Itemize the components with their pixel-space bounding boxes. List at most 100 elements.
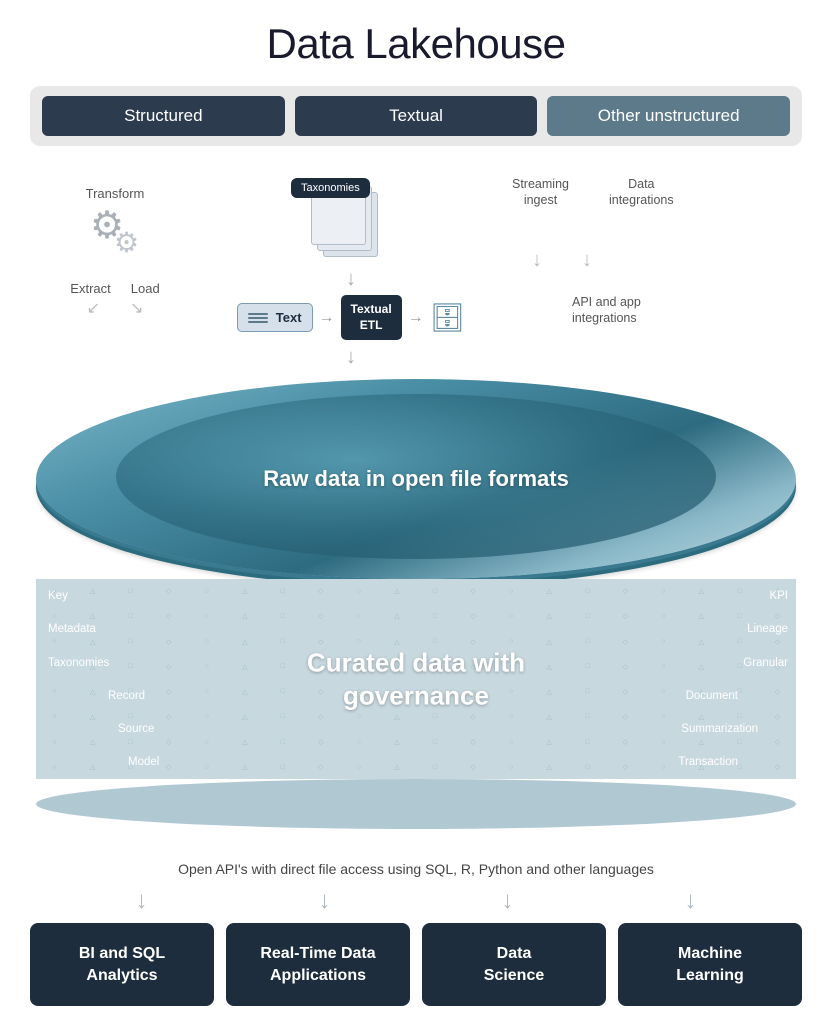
pattern-cell: △ xyxy=(378,755,415,779)
arrows-row: ↓ ↓ ↓ ↓ xyxy=(30,887,802,915)
source-badge-structured: Structured xyxy=(42,96,285,136)
pattern-cell: ○ xyxy=(645,604,682,628)
right-ingestion-section: Streaming ingest Data integrations ↓ ↓ A… xyxy=(512,166,792,346)
pattern-cell: △ xyxy=(226,579,263,603)
pattern-cell: △ xyxy=(226,604,263,628)
pattern-cell: □ xyxy=(264,705,301,729)
output-card-bi: BI and SQL Analytics xyxy=(30,923,214,1006)
down-arrow-rt: ↓ xyxy=(319,887,331,915)
label-model: Model xyxy=(128,756,159,768)
textual-etl-box: TextualETL xyxy=(341,295,402,340)
pattern-cell: ◇ xyxy=(607,629,644,653)
label-granular: Granular xyxy=(743,657,788,669)
pattern-cell: ◇ xyxy=(302,730,339,754)
pattern-cell: □ xyxy=(264,680,301,704)
text-label: Text xyxy=(276,310,302,325)
pattern-cell: ○ xyxy=(340,604,377,628)
pattern-cell: ○ xyxy=(645,579,682,603)
pattern-cell: ○ xyxy=(645,629,682,653)
pattern-cell: □ xyxy=(416,604,453,628)
label-summarization: Summarization xyxy=(681,723,758,735)
pattern-cell: □ xyxy=(416,755,453,779)
streaming-label: Streaming ingest xyxy=(512,176,569,209)
pattern-cell: △ xyxy=(531,655,568,679)
pattern-cell: △ xyxy=(226,629,263,653)
pattern-cell: □ xyxy=(264,604,301,628)
data-integrations-col: Data integrations xyxy=(609,176,674,229)
pattern-cell: ◇ xyxy=(607,705,644,729)
pattern-cell: ○ xyxy=(188,604,225,628)
pattern-cell: ○ xyxy=(188,629,225,653)
down-arrow-tax: ↓ xyxy=(346,268,356,291)
source-badge-other: Other unstructured xyxy=(547,96,790,136)
pattern-cell: △ xyxy=(378,579,415,603)
pattern-cell: ◇ xyxy=(302,755,339,779)
side-labels-right: KPI Lineage Granular Document Summarizat… xyxy=(678,579,788,779)
pattern-cell: □ xyxy=(264,755,301,779)
label-key: Key xyxy=(48,590,159,602)
down-arrow-flow: ↓ xyxy=(346,346,356,369)
pattern-cell: ◇ xyxy=(607,655,644,679)
pattern-cell: ○ xyxy=(188,655,225,679)
pattern-cell: △ xyxy=(378,730,415,754)
pattern-cell: ◇ xyxy=(455,755,492,779)
database-icon: 🗄 xyxy=(430,304,466,332)
pattern-cell: ○ xyxy=(493,730,530,754)
output-row: BI and SQL Analytics Real-Time Data Appl… xyxy=(30,923,802,1006)
label-metadata: Metadata xyxy=(48,623,159,635)
pattern-cell: ◇ xyxy=(302,579,339,603)
pattern-cell: ○ xyxy=(188,579,225,603)
raw-data-label: Raw data in open file formats xyxy=(263,466,569,492)
source-badge-textual: Textual xyxy=(295,96,538,136)
text-etl-flow: Text → TextualETL → 🗄 xyxy=(237,295,465,340)
pattern-cell: ◇ xyxy=(455,579,492,603)
down-arrow-bi: ↓ xyxy=(136,887,148,915)
transform-label: Transform xyxy=(86,186,145,201)
text-box: Text xyxy=(237,303,313,332)
pattern-cell: ◇ xyxy=(607,730,644,754)
page-title: Data Lakehouse xyxy=(267,20,566,68)
api-integrations-label: API and app integrations xyxy=(572,294,641,327)
pattern-cell: □ xyxy=(569,604,606,628)
pattern-cell: □ xyxy=(569,705,606,729)
pattern-cell: △ xyxy=(531,705,568,729)
pattern-cell: ○ xyxy=(340,755,377,779)
pattern-cell: □ xyxy=(569,579,606,603)
pattern-cell: ○ xyxy=(645,730,682,754)
down-arrow-ml: ↓ xyxy=(685,887,697,915)
ingest-pair: Streaming ingest Data integrations xyxy=(512,176,674,229)
pattern-cell: □ xyxy=(569,680,606,704)
label-transaction: Transaction xyxy=(678,756,738,768)
pattern-cell: △ xyxy=(226,655,263,679)
extract-label: Extract xyxy=(70,281,110,296)
pattern-cell: ◇ xyxy=(455,604,492,628)
pattern-cell: □ xyxy=(416,579,453,603)
load-label: Load xyxy=(131,281,160,296)
data-integrations-label: Data integrations xyxy=(609,176,674,209)
pattern-cell: △ xyxy=(531,629,568,653)
pattern-cell: ○ xyxy=(340,579,377,603)
raw-data-ellipse: Raw data in open file formats xyxy=(36,379,796,579)
pattern-cell: ○ xyxy=(493,604,530,628)
etl-section: Transform ⚙ ⚙ Extract Load ↙↘ xyxy=(40,166,190,318)
cylinder-body: ○△□◇○△□◇○△□◇○△□◇○△□◇○△□◇○△□◇○△□◇○△□◇○△□◇… xyxy=(36,579,796,779)
pattern-cell: △ xyxy=(531,680,568,704)
output-card-ds: Data Science xyxy=(422,923,606,1006)
pattern-cell: □ xyxy=(569,755,606,779)
down-arrow-ds: ↓ xyxy=(502,887,514,915)
taxonomies-badge: Taxonomies xyxy=(291,178,370,198)
pattern-cell: ○ xyxy=(188,755,225,779)
pattern-cell: ○ xyxy=(645,655,682,679)
pattern-cell: ◇ xyxy=(302,604,339,628)
bottom-cap xyxy=(36,779,796,829)
pattern-cell: ○ xyxy=(188,680,225,704)
pattern-cell: ◇ xyxy=(607,755,644,779)
pattern-cell: ○ xyxy=(645,680,682,704)
label-lineage: Lineage xyxy=(747,623,788,635)
pattern-cell: □ xyxy=(569,655,606,679)
flow-arrow-2: → xyxy=(408,309,424,327)
pattern-cell: △ xyxy=(531,730,568,754)
lake-container: Raw data in open file formats ○△□◇○△□◇○△… xyxy=(30,379,802,829)
text-lines-icon xyxy=(248,313,268,323)
label-taxonomies: Taxonomies xyxy=(48,657,159,669)
